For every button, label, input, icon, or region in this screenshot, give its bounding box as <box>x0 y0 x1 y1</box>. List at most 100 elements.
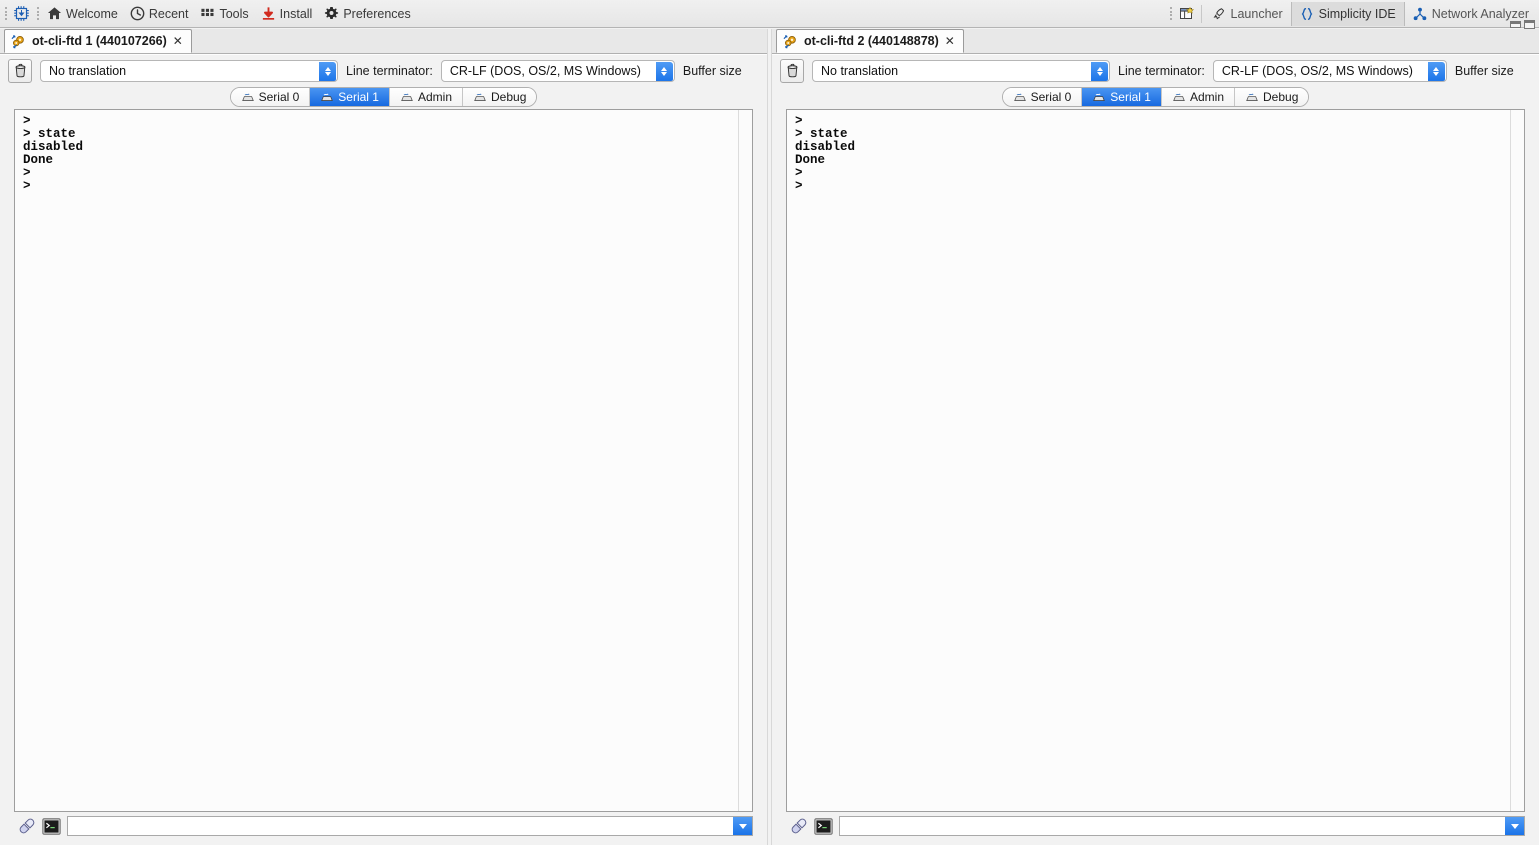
grid-icon <box>200 6 215 21</box>
window-controls <box>1510 20 1535 29</box>
plug-icon[interactable] <box>18 817 36 835</box>
close-icon[interactable]: ✕ <box>945 34 955 48</box>
keyboard-icon <box>320 92 334 103</box>
tools-button[interactable]: Tools <box>194 2 254 26</box>
welcome-button[interactable]: Welcome <box>41 2 124 26</box>
keyboard-icon <box>1245 92 1259 103</box>
chevron-updown-icon[interactable] <box>1091 61 1108 81</box>
chevron-down-icon[interactable] <box>733 817 752 835</box>
console-vertical-scrollbar-1[interactable] <box>738 110 752 811</box>
translation-value-2: No translation <box>821 63 899 78</box>
keyboard-icon <box>241 92 255 103</box>
workbench: ot-cli-ftd 1 (440107266) ✕ No translatio… <box>0 29 1539 845</box>
chevron-updown-icon[interactable] <box>1427 61 1445 81</box>
serial-tab-label: Serial 1 <box>338 90 379 104</box>
serial-tab-admin-pane1[interactable]: Admin <box>389 88 463 106</box>
line-terminator-combo-2[interactable]: CR-LF (DOS, OS/2, MS Windows) <box>1212 59 1447 82</box>
keyboard-icon <box>473 92 487 103</box>
editor-tabstrip-2: ot-cli-ftd 2 (440148878) ✕ <box>772 29 1539 54</box>
serial-tab-label: Serial 0 <box>258 90 300 104</box>
editor-tab-ot-cli-ftd-2[interactable]: ot-cli-ftd 2 (440148878) ✕ <box>776 29 964 53</box>
trash-icon <box>13 63 28 78</box>
serial-tab-serial-1-pane2[interactable]: Serial 1 <box>1082 88 1162 106</box>
serial-tab-debug-pane1[interactable]: Debug <box>463 88 537 106</box>
perspective-simplicity-ide-label: Simplicity IDE <box>1318 6 1396 21</box>
clock-icon <box>130 6 145 21</box>
console-output-2[interactable]: > > state disabled Done > > <box>787 110 1510 811</box>
download-icon <box>261 6 276 21</box>
open-perspective-button[interactable] <box>1175 2 1199 26</box>
minimize-view-button[interactable] <box>1510 21 1521 28</box>
trash-icon <box>785 63 800 78</box>
connection-toolbar-1: No translation Line terminator: CR-LF (D… <box>0 55 767 85</box>
serial-tab-group-1: Serial 0 Serial 1 Admin Debug <box>229 87 538 107</box>
serial-tab-label: Serial 1 <box>1110 90 1151 104</box>
serial-tab-label: Debug <box>491 90 527 104</box>
serial-tab-label: Debug <box>1263 90 1299 104</box>
editor-tab-1-title: ot-cli-ftd 1 (440107266) <box>32 34 167 48</box>
serial-tab-label: Admin <box>1189 90 1224 104</box>
console-output-wrap-2: > > state disabled Done > > <box>786 109 1525 812</box>
perspective-launcher-label: Launcher <box>1230 6 1283 21</box>
editor-tab-ot-cli-ftd-1[interactable]: ot-cli-ftd 1 (440107266) ✕ <box>4 29 192 53</box>
serial-tab-admin-pane2[interactable]: Admin <box>1161 88 1235 106</box>
perspective-simplicity-ide[interactable]: Simplicity IDE <box>1290 1 1405 26</box>
maximize-view-button[interactable] <box>1524 20 1535 29</box>
console-output-1[interactable]: > > state disabled Done > > <box>15 110 738 811</box>
install-button[interactable]: Install <box>255 2 319 26</box>
flash-programmer-button[interactable] <box>9 2 34 26</box>
rocket-icon <box>1212 7 1226 21</box>
terminal-icon[interactable] <box>42 817 61 835</box>
editor-tabstrip-1: ot-cli-ftd 1 (440107266) ✕ <box>0 29 767 54</box>
toolbar-divider <box>1200 4 1202 23</box>
close-icon[interactable]: ✕ <box>173 34 183 48</box>
clear-console-button-2[interactable] <box>780 58 804 83</box>
console-vertical-scrollbar-2[interactable] <box>1510 110 1524 811</box>
console-pane-1: ot-cli-ftd 1 (440107266) ✕ No translatio… <box>0 29 767 845</box>
perspective-bar-handle[interactable] <box>1168 4 1175 24</box>
command-input-2[interactable] <box>839 816 1525 836</box>
chevron-updown-icon[interactable] <box>655 61 673 81</box>
translation-combo-1[interactable]: No translation <box>40 59 338 82</box>
welcome-label: Welcome <box>66 6 118 21</box>
clear-console-button-1[interactable] <box>8 58 32 83</box>
serial-tab-serial-1-pane1[interactable]: Serial 1 <box>310 88 390 106</box>
console-output-wrap-1: > > state disabled Done > > <box>14 109 753 812</box>
perspective-launcher[interactable]: Launcher <box>1204 2 1291 26</box>
install-label: Install <box>279 6 313 21</box>
chevron-down-icon[interactable] <box>1505 817 1524 835</box>
chevron-updown-icon[interactable] <box>319 61 336 81</box>
tools-label: Tools <box>219 6 249 21</box>
serial-tab-debug-pane2[interactable]: Debug <box>1235 88 1309 106</box>
command-input-1[interactable] <box>67 816 753 836</box>
recent-button[interactable]: Recent <box>124 2 195 26</box>
terminal-icon[interactable] <box>814 817 833 835</box>
line-terminator-combo-1[interactable]: CR-LF (DOS, OS/2, MS Windows) <box>440 59 675 82</box>
editor-tab-2-title: ot-cli-ftd 2 (440148878) <box>804 34 939 48</box>
console-body-2: No translation Line terminator: CR-LF (D… <box>772 54 1539 845</box>
toolbar-section-handle[interactable] <box>34 4 41 24</box>
home-icon <box>47 6 62 21</box>
serial-tab-label: Admin <box>417 90 452 104</box>
serial-tab-serial-0-pane2[interactable]: Serial 0 <box>1002 88 1083 106</box>
buffer-size-label-1: Buffer size <box>682 63 742 78</box>
console-pane-2: ot-cli-ftd 2 (440148878) ✕ No translatio… <box>772 29 1539 845</box>
chip-flash-icon <box>13 5 30 22</box>
preferences-button[interactable]: Preferences <box>318 2 416 26</box>
buffer-size-label-2: Buffer size <box>1454 63 1514 78</box>
translation-combo-2[interactable]: No translation <box>812 59 1110 82</box>
recent-label: Recent <box>148 6 189 21</box>
plug-icon[interactable] <box>790 817 808 835</box>
console-input-row-2 <box>772 812 1539 842</box>
serial-tab-label: Serial 0 <box>1030 90 1072 104</box>
translation-value-1: No translation <box>49 63 127 78</box>
braces-icon <box>1300 7 1314 21</box>
serial-gears-icon <box>783 34 798 49</box>
keyboard-icon <box>1013 92 1027 103</box>
serial-tab-serial-0-pane1[interactable]: Serial 0 <box>230 88 311 106</box>
toolbar-drag-handle[interactable] <box>2 4 9 24</box>
new-perspective-icon <box>1179 6 1195 22</box>
connection-toolbar-2: No translation Line terminator: CR-LF (D… <box>772 55 1539 85</box>
line-terminator-label-1: Line terminator: <box>346 63 433 78</box>
serial-gears-icon <box>11 34 26 49</box>
